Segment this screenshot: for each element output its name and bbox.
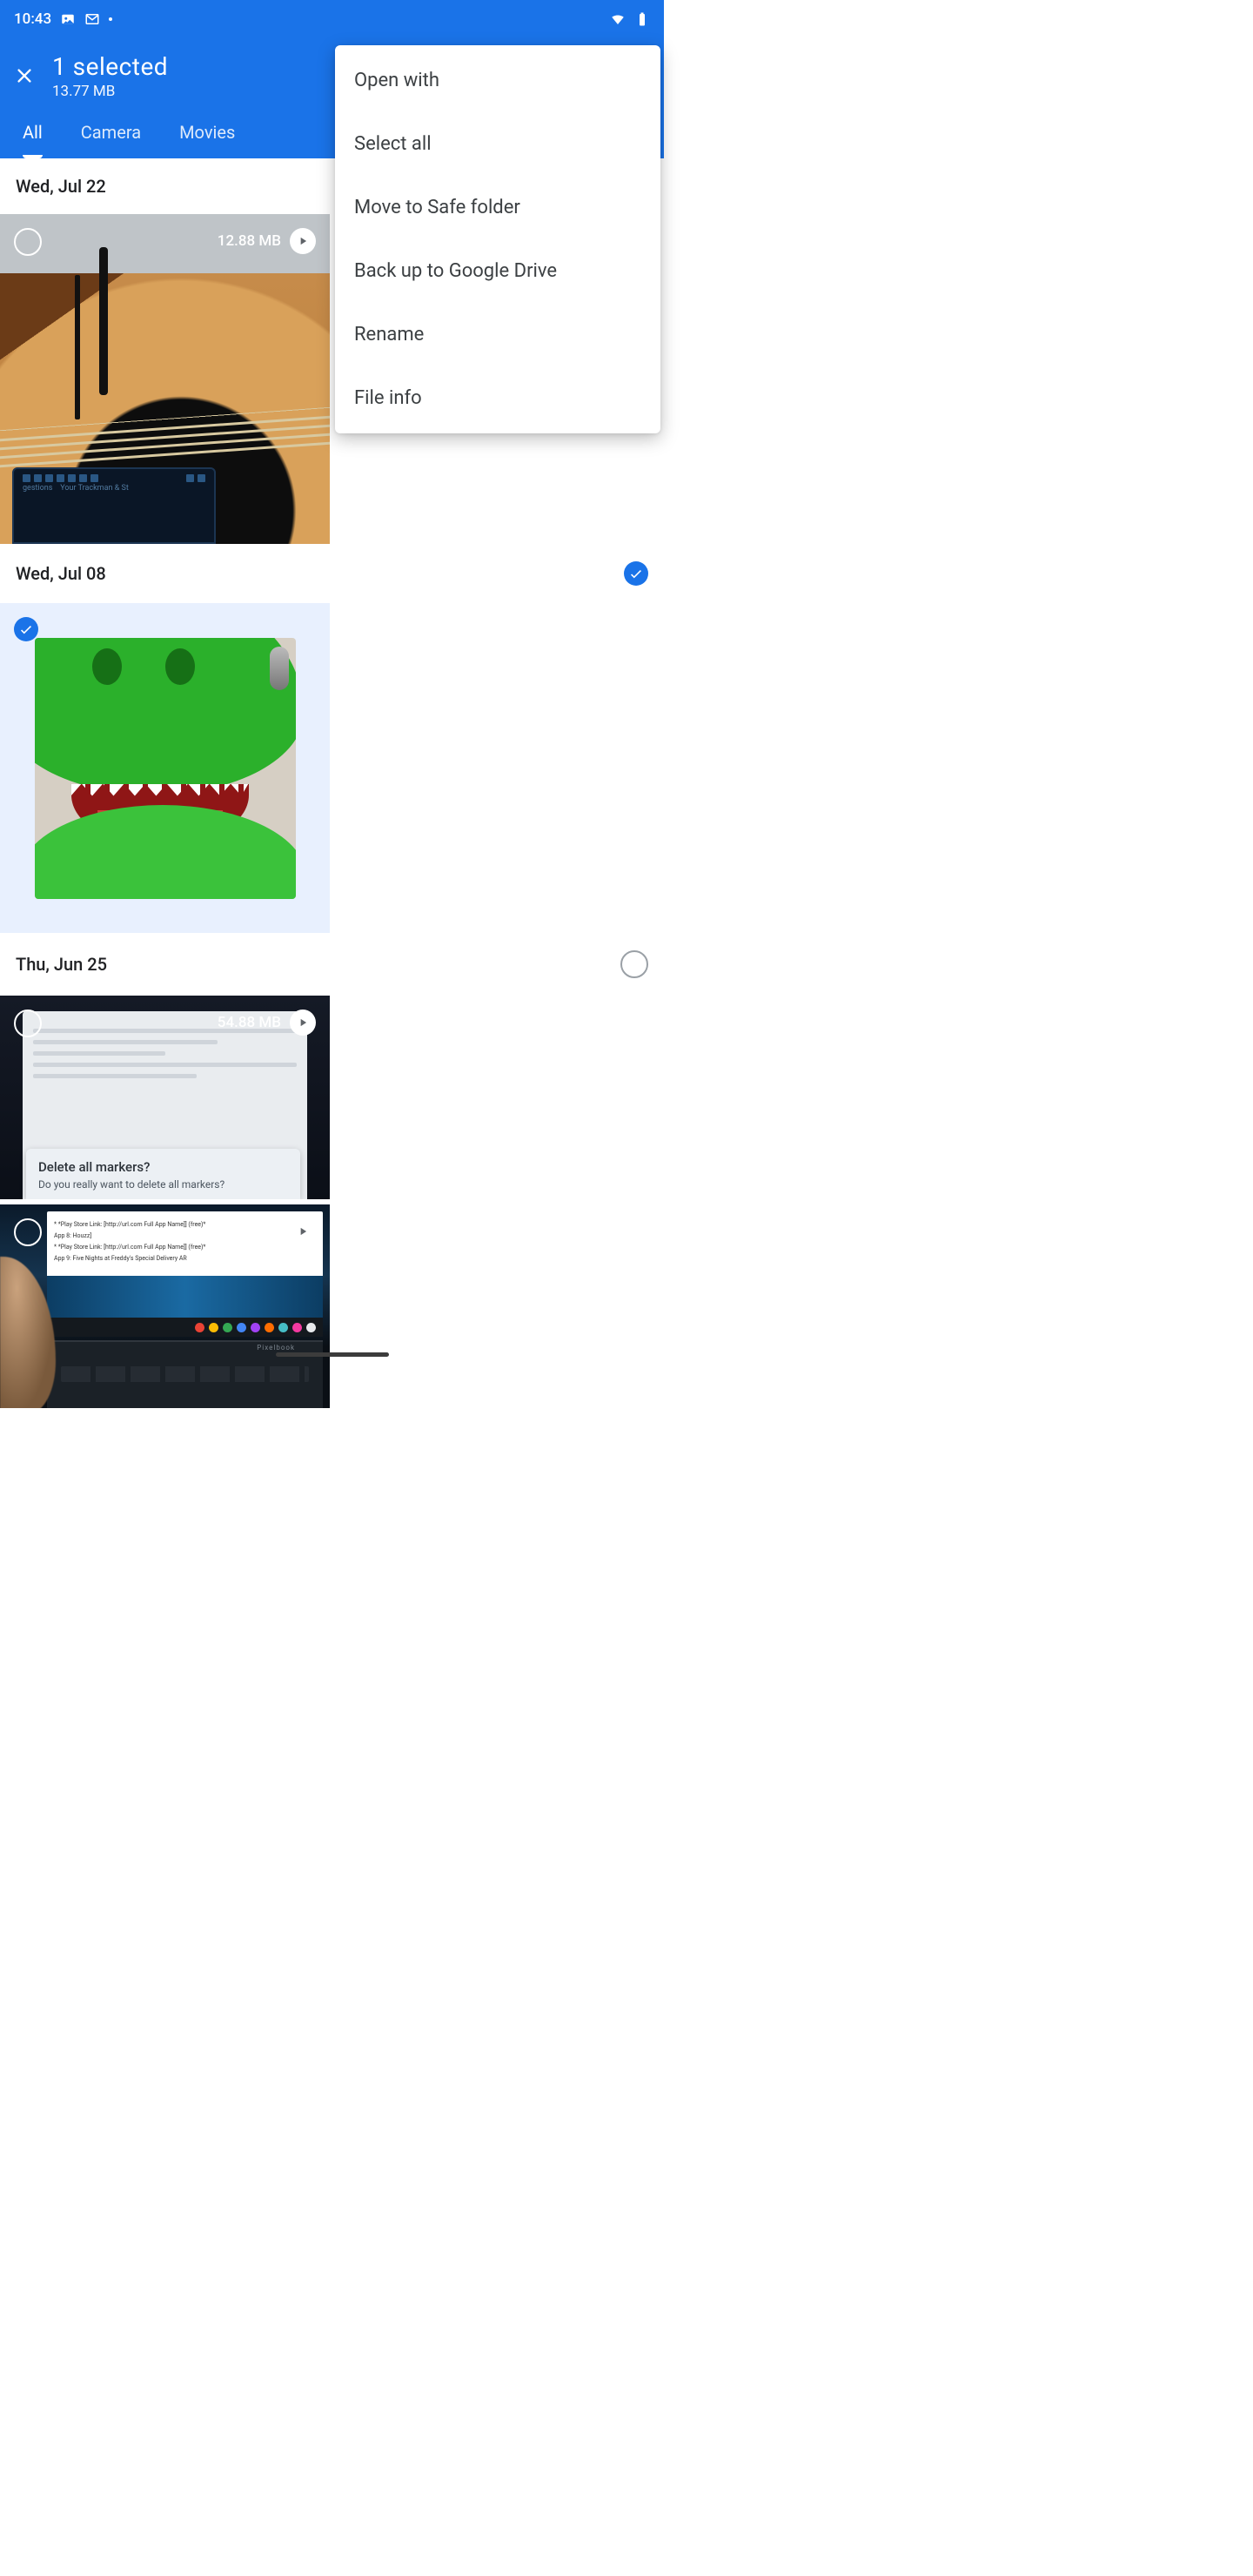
date-label: Thu, Jun 25 (16, 954, 107, 975)
dialog-body: Do you really want to delete all markers… (38, 1178, 288, 1191)
selection-ring-icon[interactable] (14, 1010, 42, 1037)
tab-all[interactable]: All (23, 122, 43, 158)
overflow-menu: Open with Select all Move to Safe folder… (335, 45, 660, 433)
menu-rename[interactable]: Rename (335, 303, 660, 366)
date-section-header: Thu, Jun 25 (0, 933, 664, 996)
media-thumbnail[interactable]: 12.88 MB gestions Your Trackman & St (0, 214, 330, 544)
selection-count: 1 selected (52, 52, 168, 81)
menu-select-all[interactable]: Select all (335, 112, 660, 176)
menu-open-with[interactable]: Open with (335, 49, 660, 112)
battery-icon (634, 11, 650, 27)
selection-ring-icon[interactable] (14, 1218, 42, 1246)
thumbnail-detail: gestions Your Trackman & St (12, 467, 216, 544)
section-selected-check-icon[interactable] (624, 561, 648, 586)
section-select-ring-icon[interactable] (620, 950, 648, 978)
media-thumbnail[interactable]: * *Play Store Link: [http://url.com Full… (0, 1204, 330, 1408)
tab-camera[interactable]: Camera (81, 122, 141, 158)
thumbnail-dialog: Delete all markers? Do you really want t… (26, 1149, 300, 1199)
close-selection-button[interactable] (14, 65, 35, 86)
play-icon (290, 1218, 316, 1244)
date-section-header: Wed, Jul 08 (0, 544, 664, 603)
status-bar: 10:43 (0, 0, 664, 38)
wifi-icon (610, 11, 626, 27)
photo-app-icon (60, 11, 76, 27)
file-size-label: 59.26 MB (218, 1223, 281, 1240)
media-thumbnail[interactable] (0, 603, 330, 933)
file-size-label: 12.88 MB (218, 232, 281, 250)
media-thumbnail[interactable]: 54.88 MB Delete all markers? Do you real… (0, 996, 330, 1199)
thumbnail-image (35, 638, 296, 899)
date-label: Wed, Jul 08 (16, 563, 106, 584)
date-label: Wed, Jul 22 (16, 176, 106, 197)
play-icon (290, 1010, 316, 1036)
menu-file-info[interactable]: File info (335, 366, 660, 430)
play-icon (290, 228, 316, 254)
nav-gesture-handle[interactable] (276, 1352, 389, 1357)
file-size-label: 54.88 MB (218, 1014, 281, 1031)
tab-movies[interactable]: Movies (179, 122, 235, 158)
notification-dot-icon (109, 17, 112, 21)
dialog-title: Delete all markers? (38, 1159, 288, 1175)
selection-size: 13.77 MB (52, 83, 168, 100)
gmail-icon (84, 11, 100, 27)
selection-ring-icon[interactable] (14, 228, 42, 256)
menu-backup-drive[interactable]: Back up to Google Drive (335, 239, 660, 303)
menu-safe-folder[interactable]: Move to Safe folder (335, 176, 660, 239)
brand-label: Pixelbook (257, 1344, 295, 1352)
status-time: 10:43 (14, 10, 51, 28)
